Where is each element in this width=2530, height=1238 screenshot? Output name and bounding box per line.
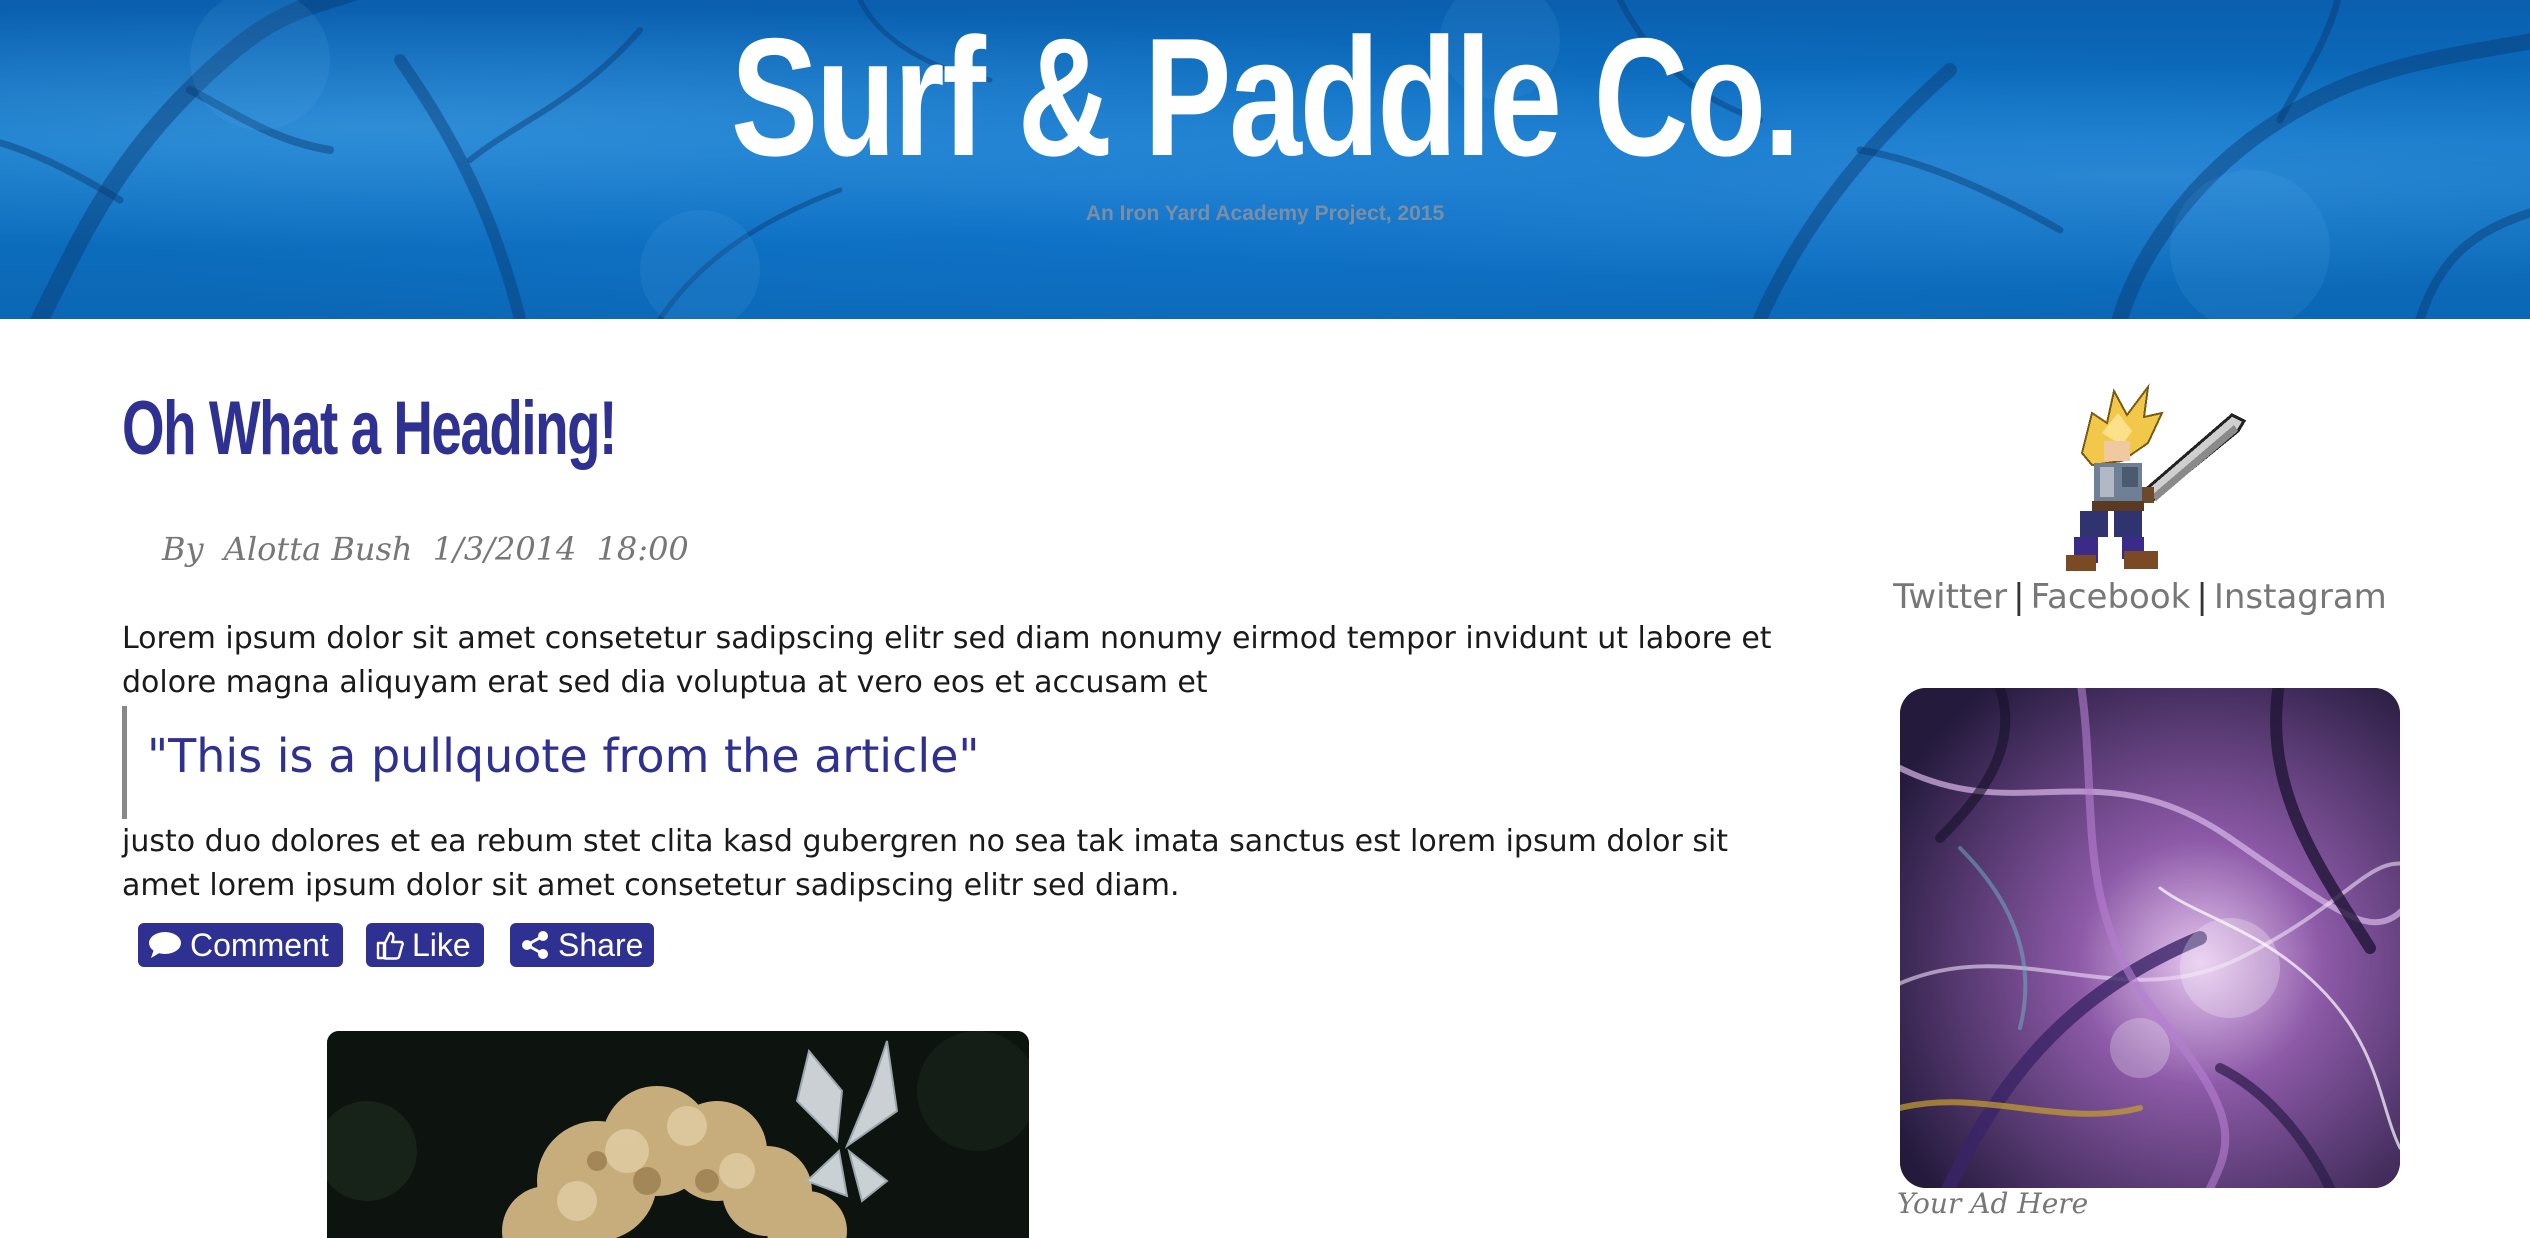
share-button-label: Share bbox=[558, 927, 644, 963]
byline-prefix: By bbox=[162, 530, 204, 568]
site-title: Surf & Paddle Co. bbox=[730, 3, 1800, 191]
like-button-label: Like bbox=[412, 927, 471, 963]
article-paragraph-1: Lorem ipsum dolor sit amet consetetur sa… bbox=[122, 621, 1772, 700]
comment-button[interactable]: Comment bbox=[138, 923, 343, 967]
pixel-swordsman-image bbox=[2052, 383, 2248, 573]
ad-image[interactable] bbox=[1900, 688, 2400, 1188]
share-icon bbox=[520, 930, 550, 960]
site-subtitle: An Iron Yard Academy Project, 2015 bbox=[1085, 202, 1445, 225]
article-photo bbox=[327, 1031, 1029, 1238]
byline-time: 18:00 bbox=[596, 530, 689, 568]
byline-date: 1/3/2014 bbox=[432, 530, 577, 568]
byline-author: Alotta Bush bbox=[223, 530, 413, 568]
social-links: Twitter | Facebook | Instagram bbox=[1890, 572, 2390, 622]
like-button[interactable]: Like bbox=[366, 923, 484, 967]
ad-caption: Your Ad Here bbox=[1897, 1187, 2089, 1220]
twitter-link[interactable]: Twitter bbox=[1893, 577, 2007, 617]
thumbs-up-icon bbox=[376, 930, 404, 960]
share-button[interactable]: Share bbox=[510, 923, 654, 967]
article-pullquote: "This is a pullquote from the article" bbox=[122, 706, 1322, 819]
facebook-link[interactable]: Facebook bbox=[2031, 577, 2191, 617]
social-separator: | bbox=[2196, 577, 2208, 617]
site-header: Surf & Paddle Co. An Iron Yard Academy P… bbox=[0, 0, 2530, 319]
comment-button-label: Comment bbox=[190, 927, 329, 963]
article-byline: By Alotta Bush 1/3/2014 18:00 bbox=[162, 530, 689, 568]
comment-icon bbox=[148, 930, 182, 960]
article-heading: Oh What a Heading! bbox=[122, 386, 617, 471]
instagram-link[interactable]: Instagram bbox=[2214, 577, 2387, 617]
social-separator: | bbox=[2013, 577, 2025, 617]
article-paragraph-2: justo duo dolores et ea rebum stet clita… bbox=[122, 824, 1729, 903]
